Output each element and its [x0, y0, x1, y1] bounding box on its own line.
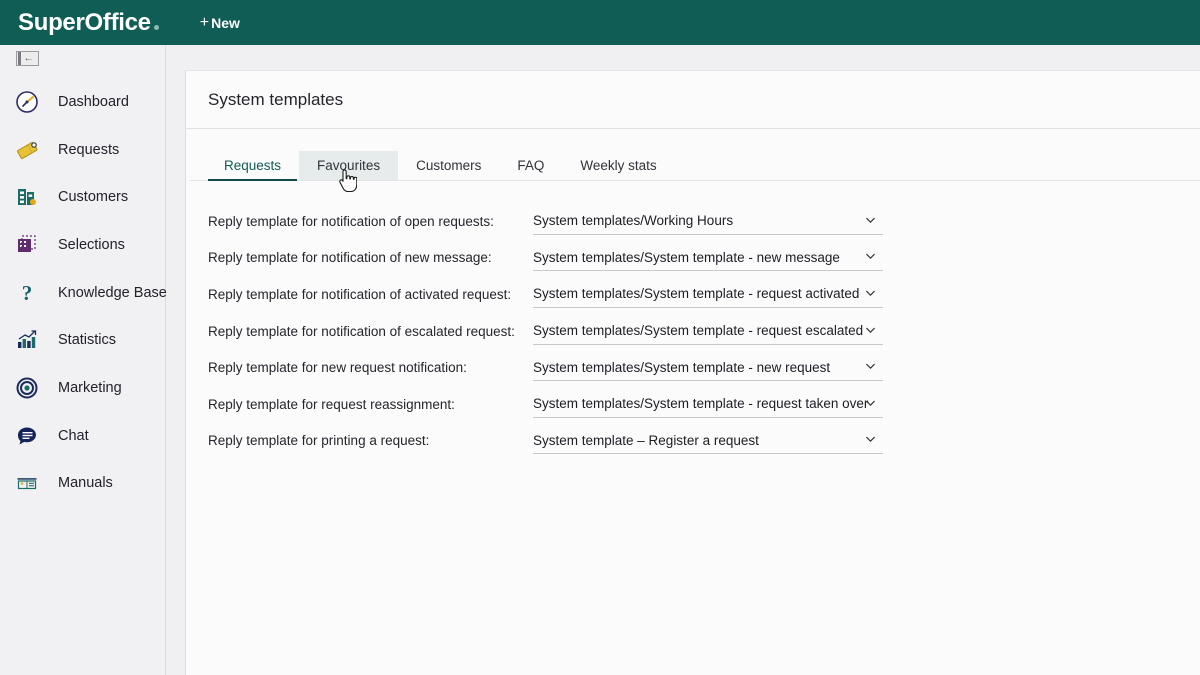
sidebar: ← Dashboard Requests Customers Selection… — [0, 45, 167, 675]
select-new-request-template[interactable]: System templates/System template - new r… — [533, 354, 883, 382]
sidebar-item-label: Selections — [58, 236, 125, 253]
select-request-reassignment-template[interactable]: System templates/System template - reque… — [533, 391, 883, 418]
sidebar-item-dashboard[interactable]: Dashboard — [0, 78, 166, 126]
chevron-down-icon — [864, 286, 877, 299]
main-content-area: System templates Requests Favourites Cus… — [167, 45, 1200, 675]
select-value: System template – Register a request — [533, 432, 759, 448]
svg-text:?: ? — [22, 281, 33, 305]
sidebar-item-statistics[interactable]: Statistics — [0, 316, 166, 364]
form-row-activated-request: Reply template for notification of activ… — [208, 276, 1200, 313]
top-header-bar: SuperOffice + New — [0, 0, 1200, 45]
sidebar-nav: Dashboard Requests Customers Selections … — [0, 78, 167, 508]
form-label: Reply template for notification of escal… — [208, 323, 515, 339]
form-label: Reply template for notification of new m… — [208, 250, 492, 266]
form-label: Reply template for new request notificat… — [208, 360, 467, 376]
tab-label: Favourites — [317, 158, 381, 173]
application-window: SuperOffice + New ← Dashboard Requests C… — [0, 0, 1200, 675]
chevron-down-icon — [864, 250, 877, 263]
ticket-icon — [14, 137, 40, 163]
collapse-sidebar-button[interactable]: ← — [16, 51, 39, 66]
manual-book-icon — [14, 470, 40, 496]
form-label: Reply template for printing a request: — [208, 433, 430, 449]
select-new-message-template[interactable]: System templates/System template - new m… — [533, 244, 883, 272]
arrow-left-icon: ← — [23, 52, 34, 64]
chat-bubble-icon — [14, 423, 40, 449]
form-row-new-request: Reply template for new request notificat… — [208, 349, 1200, 386]
form-row-escalated-request: Reply template for notification of escal… — [208, 313, 1200, 350]
dashboard-gauge-icon — [14, 89, 40, 115]
chevron-down-icon — [864, 213, 877, 226]
sidebar-item-selections[interactable]: Selections — [0, 221, 166, 269]
system-templates-form: Reply template for notification of open … — [186, 181, 1200, 459]
sidebar-item-label: Statistics — [58, 332, 117, 349]
sidebar-item-marketing[interactable]: Marketing — [0, 364, 166, 412]
sidebar-item-label: Customers — [58, 189, 129, 206]
sidebar-item-knowledge-base[interactable]: ? Knowledge Base — [0, 269, 167, 317]
tab-label: FAQ — [517, 158, 545, 173]
tab-customers[interactable]: Customers — [398, 151, 499, 180]
tab-requests[interactable]: Requests — [206, 151, 299, 181]
form-label: Reply template for notification of activ… — [208, 286, 512, 302]
sidebar-item-customers[interactable]: Customers — [0, 173, 166, 221]
superoffice-logo[interactable]: SuperOffice — [18, 8, 159, 36]
form-row-open-requests: Reply template for notification of open … — [208, 203, 1200, 240]
tab-bar: Requests Favourites Customers FAQ Weekly… — [190, 151, 1200, 181]
select-value: System templates/System template - reque… — [533, 286, 860, 302]
tab-label: Customers — [416, 158, 482, 173]
sidebar-item-manuals[interactable]: Manuals — [0, 460, 166, 508]
brand-text: SuperOffice — [18, 8, 151, 36]
sidebar-item-label: Knowledge Base — [58, 284, 167, 301]
chevron-down-icon — [864, 433, 877, 446]
target-icon — [14, 375, 40, 401]
tab-label: Requests — [224, 158, 282, 173]
form-row-printing-request: Reply template for printing a request: S… — [208, 423, 1200, 460]
select-value: System templates/System template - new r… — [533, 359, 831, 375]
sidebar-item-label: Chat — [58, 427, 89, 444]
selection-grid-icon — [14, 232, 40, 258]
form-row-request-reassignment: Reply template for request reassignment:… — [208, 386, 1200, 423]
select-value: System templates/System template - reque… — [533, 323, 864, 339]
question-mark-icon: ? — [14, 280, 40, 306]
tab-favourites[interactable]: Favourites — [299, 151, 399, 180]
select-open-requests-template[interactable]: System templates/Working Hours — [533, 208, 883, 235]
brand-dot-icon — [153, 24, 159, 30]
chevron-down-icon — [864, 396, 877, 409]
page-card: System templates Requests Favourites Cus… — [185, 70, 1200, 675]
sidebar-item-requests[interactable]: Requests — [0, 126, 166, 174]
sidebar-item-label: Manuals — [58, 475, 113, 492]
page-title-bar: System templates — [186, 71, 1200, 129]
sidebar-item-label: Dashboard — [58, 93, 129, 110]
tab-weekly-stats[interactable]: Weekly stats — [562, 151, 674, 180]
chevron-down-icon — [864, 359, 877, 372]
tab-label: Weekly stats — [580, 158, 657, 173]
chevron-down-icon — [864, 323, 877, 336]
select-value: System templates/System template - reque… — [533, 396, 869, 412]
tab-faq[interactable]: FAQ — [499, 151, 562, 180]
new-button-label: New — [211, 14, 240, 31]
sidebar-item-chat[interactable]: Chat — [0, 412, 166, 460]
building-people-icon — [14, 184, 40, 210]
sidebar-item-label: Requests — [58, 141, 120, 158]
plus-icon: + — [199, 13, 210, 31]
new-button[interactable]: + New — [194, 11, 246, 35]
sidebar-item-label: Marketing — [58, 379, 122, 396]
form-label: Reply template for request reassignment: — [208, 396, 455, 412]
select-value: System templates/Working Hours — [533, 213, 734, 229]
select-activated-request-template[interactable]: System templates/System template - reque… — [533, 281, 883, 308]
bar-chart-icon — [14, 327, 40, 353]
page-title: System templates — [208, 89, 344, 109]
form-row-new-message: Reply template for notification of new m… — [208, 240, 1200, 277]
select-value: System templates/System template - new m… — [533, 249, 840, 265]
form-label: Reply template for notification of open … — [208, 213, 494, 229]
select-printing-request-template[interactable]: System template – Register a request — [533, 427, 883, 455]
select-escalated-request-template[interactable]: System templates/System template - reque… — [533, 318, 883, 345]
